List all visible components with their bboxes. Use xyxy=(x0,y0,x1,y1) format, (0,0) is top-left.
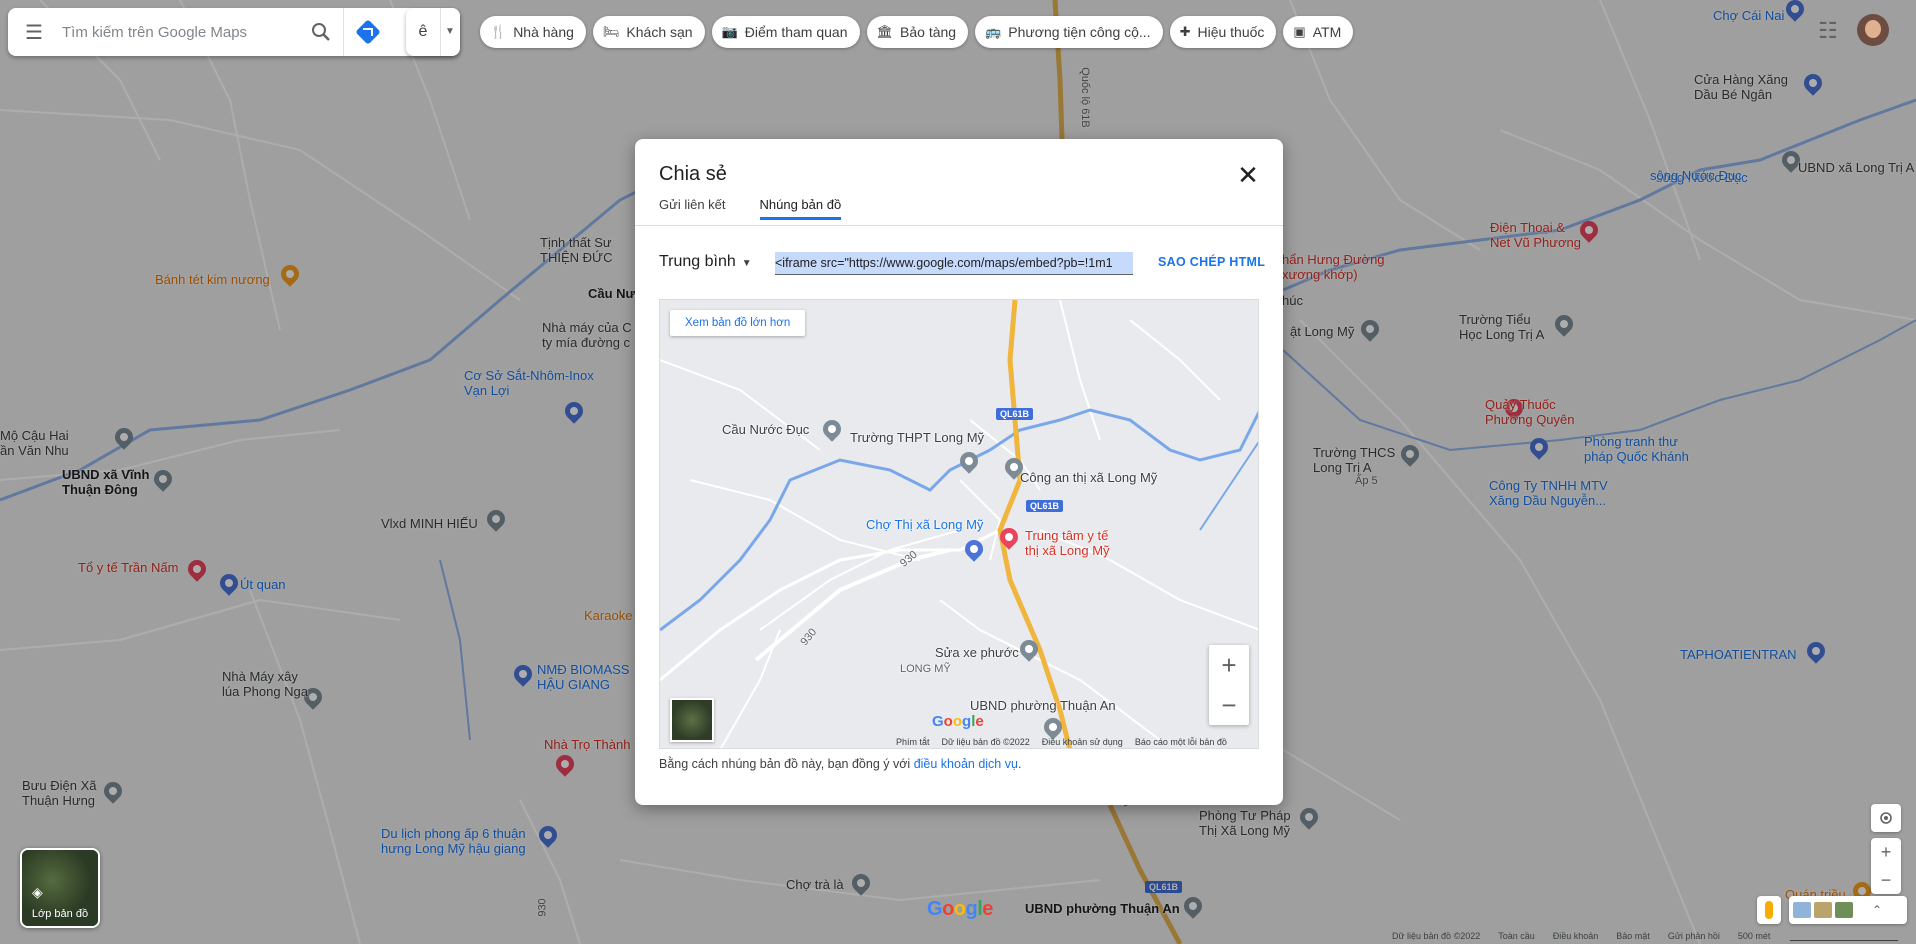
search-button[interactable] xyxy=(299,10,343,54)
chip-museum[interactable]: 🏛 Bảo tàng xyxy=(866,16,969,48)
zoom-out-button[interactable]: − xyxy=(1209,685,1249,725)
chevron-up-icon[interactable]: ⌃ xyxy=(1872,903,1882,917)
size-select-value[interactable]: Trung bình xyxy=(659,253,736,270)
imagery-strip[interactable]: ⌃ xyxy=(1789,896,1907,924)
museum-icon: 🏛 xyxy=(876,24,894,39)
category-chips: 🍴 Nhà hàng 🛏 Khách sạn 📷 Điểm tham quan 🏛 Bảo t… xyxy=(480,16,1354,48)
location-target-icon xyxy=(1880,812,1892,824)
footer-link[interactable]: Điều khoản sử dụng xyxy=(1042,737,1123,747)
chip-label: Khách sạn xyxy=(626,24,693,40)
size-select[interactable]: Trung bình ▼ xyxy=(659,253,752,271)
share-dialog: Chia sẻ ✕ Gửi liên kết Nhúng bản đồ Trung… xyxy=(635,139,1283,805)
chevron-down-icon[interactable]: ▼ xyxy=(440,8,459,56)
camera-icon: 📷 xyxy=(721,24,738,39)
footer-link[interactable]: 500 mét xyxy=(1738,931,1771,941)
footer-link[interactable]: Phím tắt xyxy=(896,737,930,747)
terms-suffix: . xyxy=(1017,757,1022,771)
restaurant-icon: 🍴 xyxy=(490,24,507,39)
tab-send-link[interactable]: Gửi liên kết xyxy=(659,197,726,220)
google-logo: Google xyxy=(932,713,984,730)
search-input[interactable] xyxy=(60,22,299,42)
preview-place-label[interactable]: Sửa xe phước xyxy=(935,645,1019,660)
close-icon[interactable]: ✕ xyxy=(1235,162,1261,189)
pharmacy-icon: ✚ xyxy=(1179,24,1191,39)
google-logo: Google xyxy=(927,898,993,920)
imagery-thumb[interactable] xyxy=(1793,902,1811,918)
embed-code-field[interactable] xyxy=(775,252,1133,275)
preview-place-label[interactable]: Cầu Nước Đục xyxy=(722,422,809,437)
preview-place-label[interactable]: Chợ Thị xã Long Mỹ xyxy=(866,517,983,532)
preview-place-label[interactable]: Trung tâm y tế thị xã Long Mỹ xyxy=(1025,528,1110,558)
preview-footer: Phím tắt Dữ liệu bản đồ ©2022 Điều khoản s… xyxy=(896,737,1227,747)
my-location-button[interactable] xyxy=(1871,804,1901,832)
layers-button[interactable]: ◈ Lớp bản đồ xyxy=(20,848,100,928)
menu-button[interactable]: ☰ xyxy=(8,8,60,56)
map-footer: Dữ liệu bản đồ ©2022 Toàn cầu Điều khoản Bả… xyxy=(1392,931,1770,941)
chip-label: Nhà hàng xyxy=(513,24,574,40)
preview-place-label[interactable]: Công an thị xã Long Mỹ xyxy=(1020,470,1157,485)
zoom-in-button[interactable]: + xyxy=(1871,838,1901,866)
road-label: QL61B xyxy=(1026,500,1064,512)
imagery-thumb[interactable] xyxy=(1835,902,1853,918)
zoom-in-button[interactable]: + xyxy=(1209,645,1249,685)
layers-label: Lớp bản đồ xyxy=(31,908,89,920)
directions-icon xyxy=(355,19,381,45)
divider xyxy=(635,225,1283,226)
zoom-out-button[interactable]: − xyxy=(1871,866,1901,894)
pegman-icon[interactable] xyxy=(1757,896,1781,924)
zoom-control: + − xyxy=(1871,838,1901,894)
footer-link[interactable]: Toàn cầu xyxy=(1498,931,1535,941)
search-box: ☰ xyxy=(8,8,460,56)
preview-satellite-toggle[interactable] xyxy=(670,698,714,742)
copy-html-button[interactable]: SAO CHÉP HTML xyxy=(1158,255,1265,269)
dialog-title: Chia sẻ xyxy=(659,163,727,185)
caret-down-icon[interactable]: ▼ xyxy=(742,258,752,269)
preview-zoom-control: + − xyxy=(1209,645,1249,725)
chip-restaurant[interactable]: 🍴 Nhà hàng xyxy=(480,16,586,48)
atm-icon: ▣ xyxy=(1293,24,1306,39)
hamburger-icon: ☰ xyxy=(25,21,43,44)
input-tools-key[interactable]: ê xyxy=(406,23,440,41)
layers-icon: ◈ xyxy=(32,884,43,900)
share-tabs: Gửi liên kết Nhúng bản đồ xyxy=(659,197,842,220)
preview-place-label[interactable]: UBND phường Thuận An xyxy=(970,698,1116,713)
chip-label: Phương tiện công cộ... xyxy=(1008,24,1151,40)
footer-link[interactable]: Bảo mật xyxy=(1616,931,1650,941)
tab-embed-map[interactable]: Nhúng bản đồ xyxy=(759,197,842,220)
footer-link[interactable]: Dữ liệu bản đồ ©2022 xyxy=(1392,931,1480,941)
chip-pharmacy[interactable]: ✚ Hiệu thuốc xyxy=(1169,16,1277,48)
embed-preview-map[interactable]: Cầu Nước Đục Trường THPT Long Mỹ Công an t… xyxy=(659,299,1259,749)
chip-transit[interactable]: 🚌 Phương tiện công cộ... xyxy=(975,16,1163,48)
imagery-thumb[interactable] xyxy=(1814,902,1832,918)
footer-link[interactable]: Dữ liệu bản đồ ©2022 xyxy=(942,737,1030,747)
apps-grid-icon[interactable]: ☷ xyxy=(1818,18,1838,44)
footer-link[interactable]: Điều khoản xyxy=(1553,931,1599,941)
chip-label: Hiệu thuốc xyxy=(1197,24,1265,40)
chip-label: ATM xyxy=(1312,24,1342,40)
view-larger-map-link[interactable]: Xem bản đồ lớn hơn xyxy=(670,310,806,336)
search-icon xyxy=(312,23,330,41)
chip-label: Bảo tàng xyxy=(900,24,957,40)
scale-bar xyxy=(1790,940,1898,941)
directions-button[interactable] xyxy=(343,8,392,56)
preview-place-label[interactable]: LONG MỸ xyxy=(900,662,951,677)
account-avatar[interactable] xyxy=(1857,14,1889,46)
footer-link[interactable]: Báo cáo một lỗi bản đồ xyxy=(1135,737,1227,747)
footer-link[interactable]: Gửi phản hồi xyxy=(1668,931,1720,941)
hotel-icon: 🛏 xyxy=(602,24,620,39)
road-label: QL61B xyxy=(996,408,1034,420)
chip-hotel[interactable]: 🛏 Khách sạn xyxy=(592,16,705,48)
chip-camera[interactable]: 📷 Điểm tham quan xyxy=(711,16,860,48)
input-tools-button[interactable]: ê ▼ xyxy=(406,8,460,56)
terms-text: Bằng cách nhúng bản đồ này, bạn đồng ý v… xyxy=(659,757,1021,771)
terms-of-service-link[interactable]: điều khoản dịch vụ xyxy=(914,757,1018,771)
preview-place-label[interactable]: Trường THPT Long Mỹ xyxy=(850,430,984,445)
chip-label: Điểm tham quan xyxy=(744,24,848,40)
chip-atm[interactable]: ▣ ATM xyxy=(1283,16,1354,48)
transit-icon: 🚌 xyxy=(985,24,1002,39)
terms-prefix: Bằng cách nhúng bản đồ này, bạn đồng ý v… xyxy=(659,757,914,771)
